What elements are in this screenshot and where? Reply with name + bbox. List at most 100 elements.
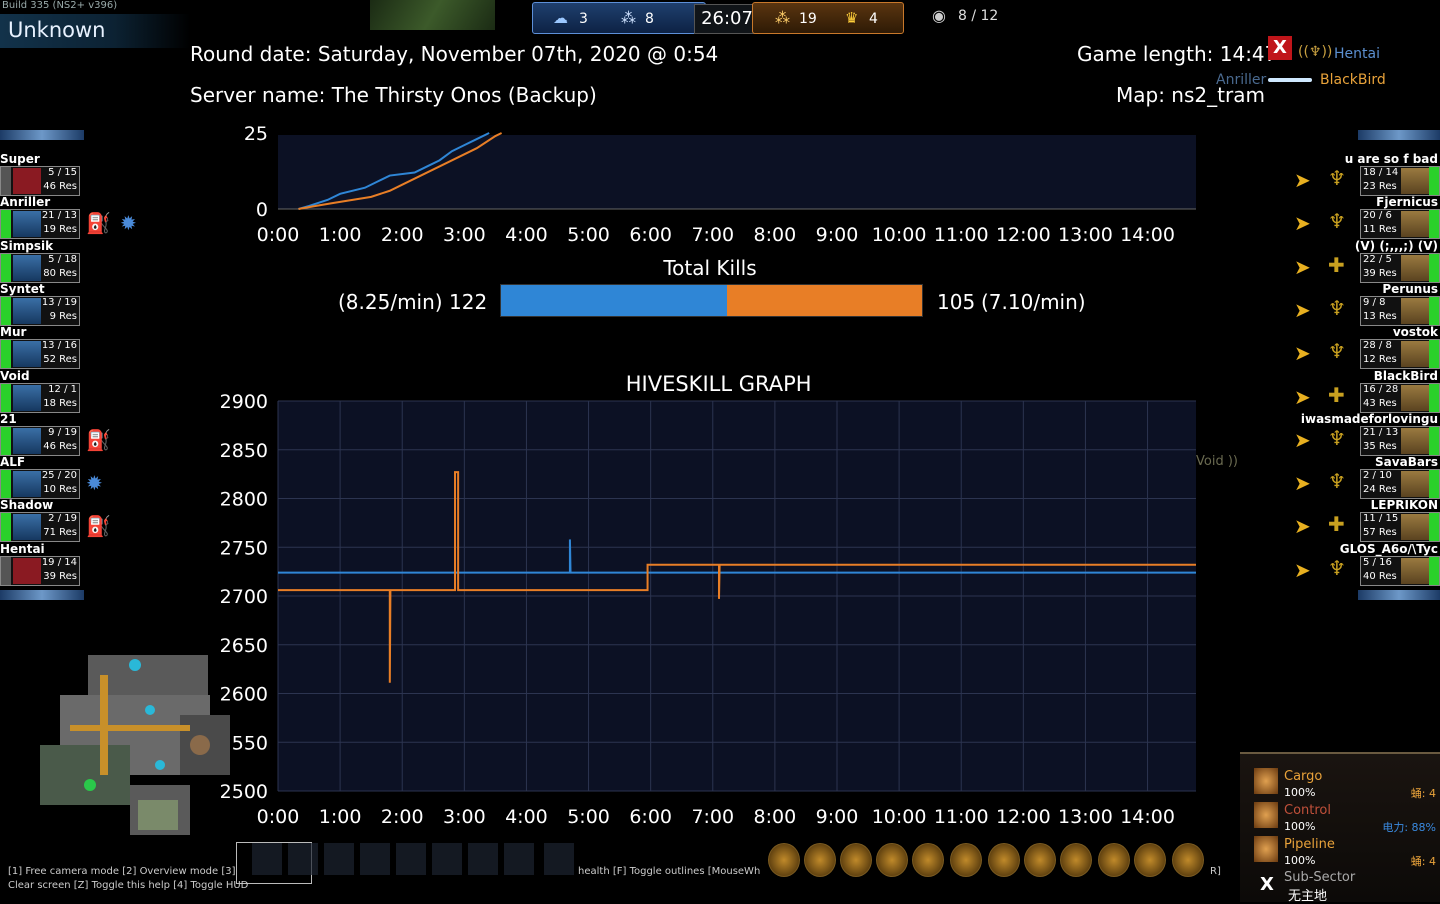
alien-player-name[interactable]: Perunus bbox=[1382, 282, 1438, 296]
marine-player-name[interactable]: Syntet bbox=[0, 282, 45, 296]
marine-unit-icon[interactable] bbox=[432, 843, 462, 875]
alien-player-card[interactable]: 18 / 14 23 Res bbox=[1360, 166, 1440, 196]
marine-player-name[interactable]: Simpsik bbox=[0, 239, 53, 253]
help-text-line-3: health [F] Toggle outlines [MouseWh bbox=[578, 866, 761, 877]
upgrade-celerity-icon: ➤ bbox=[1294, 427, 1311, 452]
x-tick-label: 7:00 bbox=[691, 224, 734, 246]
alien-player-name[interactable]: u are so f bad bbox=[1345, 152, 1438, 166]
alien-res-icon: ⁂ bbox=[775, 9, 790, 27]
alien-player-name[interactable]: iwasmadeforlovingu bbox=[1301, 412, 1438, 426]
x-tick-label: 8:00 bbox=[754, 224, 797, 246]
kills-deaths: 12 / 1 bbox=[48, 383, 77, 395]
alien-kill-total: 105 bbox=[937, 290, 976, 314]
marine-unit-icon[interactable] bbox=[468, 843, 498, 875]
marine-player-card[interactable]: 13 / 16 52 Res bbox=[0, 339, 80, 370]
health-bar bbox=[1429, 253, 1439, 282]
alien-unit-icon[interactable] bbox=[1024, 843, 1056, 877]
x-tick-label: 14:00 bbox=[1120, 224, 1175, 246]
kills-deaths: 5 / 15 bbox=[48, 167, 77, 178]
marine-player-card[interactable]: 9 / 19 46 Res bbox=[0, 425, 80, 456]
alien-player-card[interactable]: 21 / 13 35 Res bbox=[1360, 425, 1440, 456]
alien-player-name[interactable]: (V) (;,,,;) (V) bbox=[1355, 239, 1438, 253]
minimap[interactable] bbox=[30, 635, 260, 835]
marine-player-card[interactable]: 25 / 20 10 Res bbox=[0, 469, 80, 500]
health-bar bbox=[1, 470, 11, 499]
marine-player-name[interactable]: ALF bbox=[0, 455, 25, 469]
marine-players-count: 3 bbox=[579, 11, 588, 27]
marine-unit-icon[interactable] bbox=[360, 843, 390, 875]
marine-rifle-icon bbox=[13, 297, 41, 324]
alien-player-name[interactable]: SavaBars bbox=[1375, 455, 1438, 469]
marine-player-name[interactable]: Anriller bbox=[0, 195, 50, 209]
y-tick-label: 2750 bbox=[220, 537, 268, 559]
skulk-icon bbox=[1401, 557, 1429, 584]
x-tick-label: 2:00 bbox=[381, 224, 424, 246]
marine-player-name[interactable]: Super bbox=[0, 152, 40, 166]
marine-player-name[interactable]: Void bbox=[0, 369, 30, 383]
alien-unit-icon[interactable] bbox=[1134, 843, 1166, 877]
jetpack-icon: ⛽ bbox=[86, 211, 111, 236]
upgrade-celerity-icon: ➤ bbox=[1294, 514, 1311, 539]
subsector-close-button[interactable]: X bbox=[1260, 874, 1274, 895]
marine-unit-icon[interactable] bbox=[288, 843, 318, 875]
marine-unit-icon[interactable] bbox=[324, 843, 354, 875]
alien-unit-icon[interactable] bbox=[768, 843, 800, 877]
location-health: 100% bbox=[1284, 786, 1316, 799]
kills-deaths: 2 / 19 bbox=[48, 513, 77, 525]
alien-unit-icon[interactable] bbox=[1098, 843, 1130, 877]
player-res: 39 Res bbox=[43, 570, 77, 582]
x-tick-label: 14:00 bbox=[1120, 806, 1175, 828]
alien-bar-bottom bbox=[1358, 590, 1440, 600]
x-tick-label: 11:00 bbox=[934, 806, 989, 828]
marine-unit-icon[interactable] bbox=[252, 843, 282, 875]
location-status: 电力: 88% bbox=[1382, 821, 1436, 834]
alien-player-card[interactable]: 20 / 6 11 Res bbox=[1360, 209, 1440, 240]
marine-player-card[interactable]: 13 / 19 9 Res bbox=[0, 295, 80, 326]
jetpack-icon: ⛽ bbox=[86, 514, 111, 539]
alien-unit-icon[interactable] bbox=[804, 843, 836, 877]
alien-player-name[interactable]: GLOS_A6o/\Tyc bbox=[1340, 542, 1438, 556]
marine-player-card[interactable]: 12 / 1 18 Res bbox=[0, 382, 80, 413]
subsector-owner: 无主地 bbox=[1288, 889, 1328, 904]
marine-unit-icon[interactable] bbox=[544, 843, 574, 875]
x-tick-label: 9:00 bbox=[816, 806, 859, 828]
location-health: 100% bbox=[1284, 820, 1316, 833]
marine-player-card[interactable]: 2 / 19 71 Res bbox=[0, 512, 80, 543]
team-status-hud: ☁ 3 ⁂ 8 26:07 ⁂ 19 ♛ 4 bbox=[520, 0, 910, 34]
alien-player-card[interactable]: 2 / 10 24 Res bbox=[1360, 469, 1440, 500]
marine-player-name[interactable]: Mur bbox=[0, 325, 26, 339]
marine-player-card[interactable]: 5 / 15 46 Res bbox=[0, 166, 80, 196]
alien-unit-icon[interactable] bbox=[876, 843, 908, 877]
alien-unit-icon[interactable] bbox=[912, 843, 944, 877]
alien-player-name[interactable]: LEPRIKON bbox=[1371, 498, 1438, 512]
alien-unit-icon[interactable] bbox=[988, 843, 1020, 877]
x-tick-label: 5:00 bbox=[567, 224, 610, 246]
marine-player-card[interactable]: 19 / 14 39 Res bbox=[0, 555, 80, 586]
marine-player-name[interactable]: Hentai bbox=[0, 542, 45, 556]
marine-player-card[interactable]: 21 / 13 19 Res bbox=[0, 209, 80, 240]
kills-ratio-bar bbox=[500, 284, 923, 317]
alien-unit-icon[interactable] bbox=[1060, 843, 1092, 877]
close-button[interactable]: X bbox=[1268, 36, 1292, 60]
alien-player-card[interactable]: 16 / 28 43 Res bbox=[1360, 382, 1440, 413]
marine-player-name[interactable]: Shadow bbox=[0, 498, 53, 512]
alien-player-card[interactable]: 5 / 16 40 Res bbox=[1360, 555, 1440, 586]
alien-unit-icon[interactable] bbox=[1172, 843, 1204, 877]
y-tick-label: 2900 bbox=[220, 391, 268, 413]
alien-unit-icon[interactable] bbox=[950, 843, 982, 877]
alien-unit-icon[interactable] bbox=[840, 843, 872, 877]
total-kills-title: Total Kills bbox=[663, 256, 757, 280]
marine-unit-icon[interactable] bbox=[504, 843, 534, 875]
alien-player-name[interactable]: vostok bbox=[1393, 325, 1438, 339]
upgrade-celerity-icon: ➤ bbox=[1294, 211, 1311, 236]
alien-player-name[interactable]: Fjernicus bbox=[1376, 195, 1438, 209]
grenade-icon: ✹ bbox=[86, 471, 103, 496]
marine-player-name[interactable]: 21 bbox=[0, 412, 17, 426]
server-name: Server name: The Thirsty Onos (Backup) bbox=[190, 83, 597, 107]
alien-player-name[interactable]: BlackBird bbox=[1374, 369, 1438, 383]
alien-player-card[interactable]: 9 / 8 13 Res bbox=[1360, 295, 1440, 326]
upgrade-chamber-icon: ♆ bbox=[1328, 339, 1346, 364]
alien-player-card[interactable]: 28 / 8 12 Res bbox=[1360, 339, 1440, 370]
marine-unit-icon[interactable] bbox=[396, 843, 426, 875]
alien-player-card[interactable]: 11 / 15 57 Res bbox=[1360, 512, 1440, 543]
